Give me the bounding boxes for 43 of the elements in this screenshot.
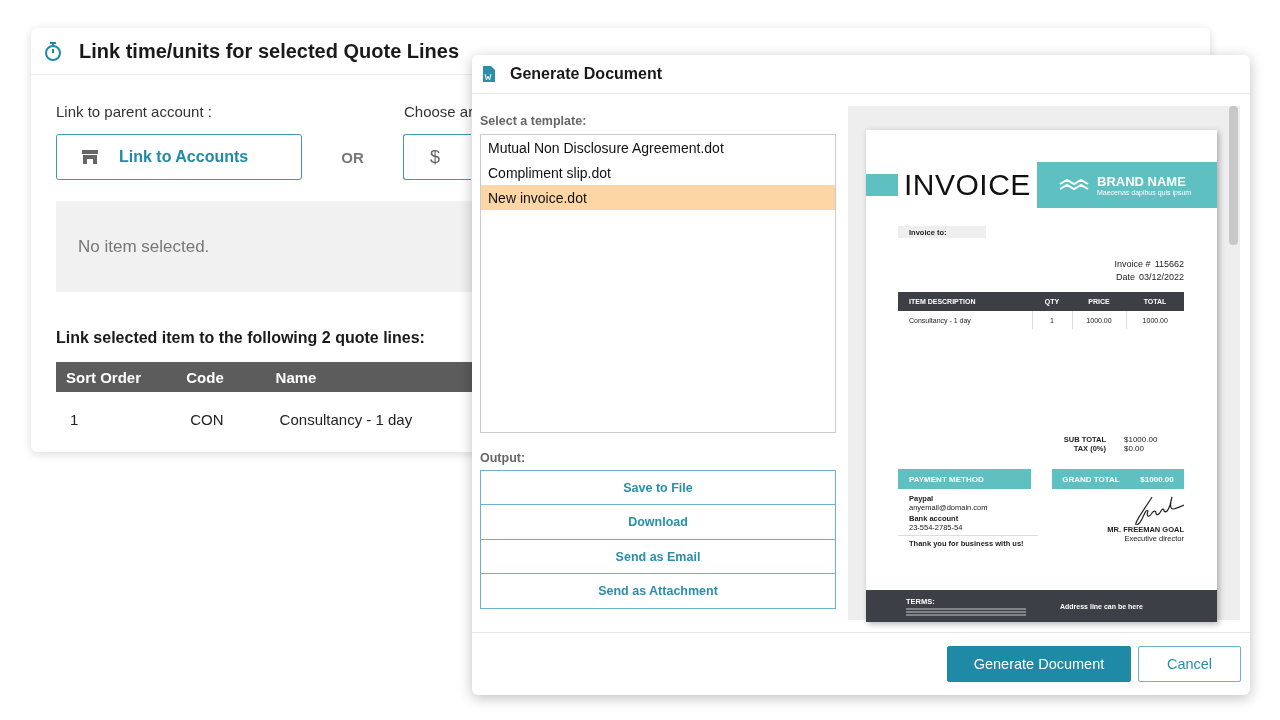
column-header: Sort Order — [56, 362, 177, 392]
scrollbar[interactable] — [1229, 106, 1238, 245]
invoice-title: INVOICE — [904, 168, 1032, 202]
table-cell: CON — [176, 392, 266, 446]
generate-document-button[interactable]: Generate Document — [947, 646, 1131, 682]
table-cell: 1 — [56, 392, 177, 446]
section-title: Link selected item to the following 2 quote lines: — [56, 329, 426, 347]
grand-total-label: GRAND TOTAL — [1062, 474, 1120, 484]
field-label: Output: — [480, 451, 527, 465]
field-label: Select a template: — [480, 114, 588, 128]
output-option-button[interactable]: Send as Attachment — [480, 573, 836, 609]
empty-message: No item selected. — [78, 236, 210, 257]
link-accounts-button[interactable]: Link to Accounts — [56, 134, 302, 180]
or-label: OR — [340, 148, 365, 166]
output-option-button[interactable]: Download — [480, 504, 836, 540]
color-block — [866, 174, 898, 196]
cancel-button[interactable]: Cancel — [1138, 646, 1241, 682]
invoice-date: 03/12/2022 — [1138, 271, 1184, 284]
invoice-number-label: Invoice # — [1114, 258, 1151, 271]
template-item[interactable]: Compliment slip.dot — [481, 160, 835, 185]
template-item[interactable]: Mutual Non Disclosure Agreement.dot — [481, 135, 835, 160]
stopwatch-icon — [43, 41, 63, 61]
dialog-title: Generate Document — [510, 65, 663, 83]
total-value: $1000.00 — [1124, 435, 1159, 444]
output-option-button[interactable]: Send as Email — [480, 538, 836, 575]
table-cell: Consultancy - 1 day — [265, 392, 472, 446]
field-label: Link to parent account : — [56, 103, 213, 120]
window-title: Link time/units for selected Quote Lines — [79, 39, 460, 63]
invoice-number: 115662 — [1154, 258, 1184, 271]
column-header: Name — [265, 362, 472, 392]
currency-button[interactable]: $ — [403, 134, 471, 180]
field-label: Choose ar — [404, 103, 474, 120]
store-icon — [81, 149, 99, 165]
column-header: Code — [176, 362, 266, 392]
word-document-icon — [482, 66, 496, 82]
brand-name: BRAND NAME — [1097, 174, 1187, 189]
output-option-button[interactable]: Save to File — [480, 469, 836, 506]
grand-total-value: $1000.00 — [1140, 474, 1174, 484]
template-item[interactable]: New invoice.dot — [481, 185, 835, 210]
date-label: Date — [1115, 271, 1135, 284]
payment-method-header: PAYMENT METHOD — [898, 469, 1031, 489]
waves-logo-icon — [1059, 179, 1089, 191]
total-value: $0.00 — [1124, 444, 1146, 453]
